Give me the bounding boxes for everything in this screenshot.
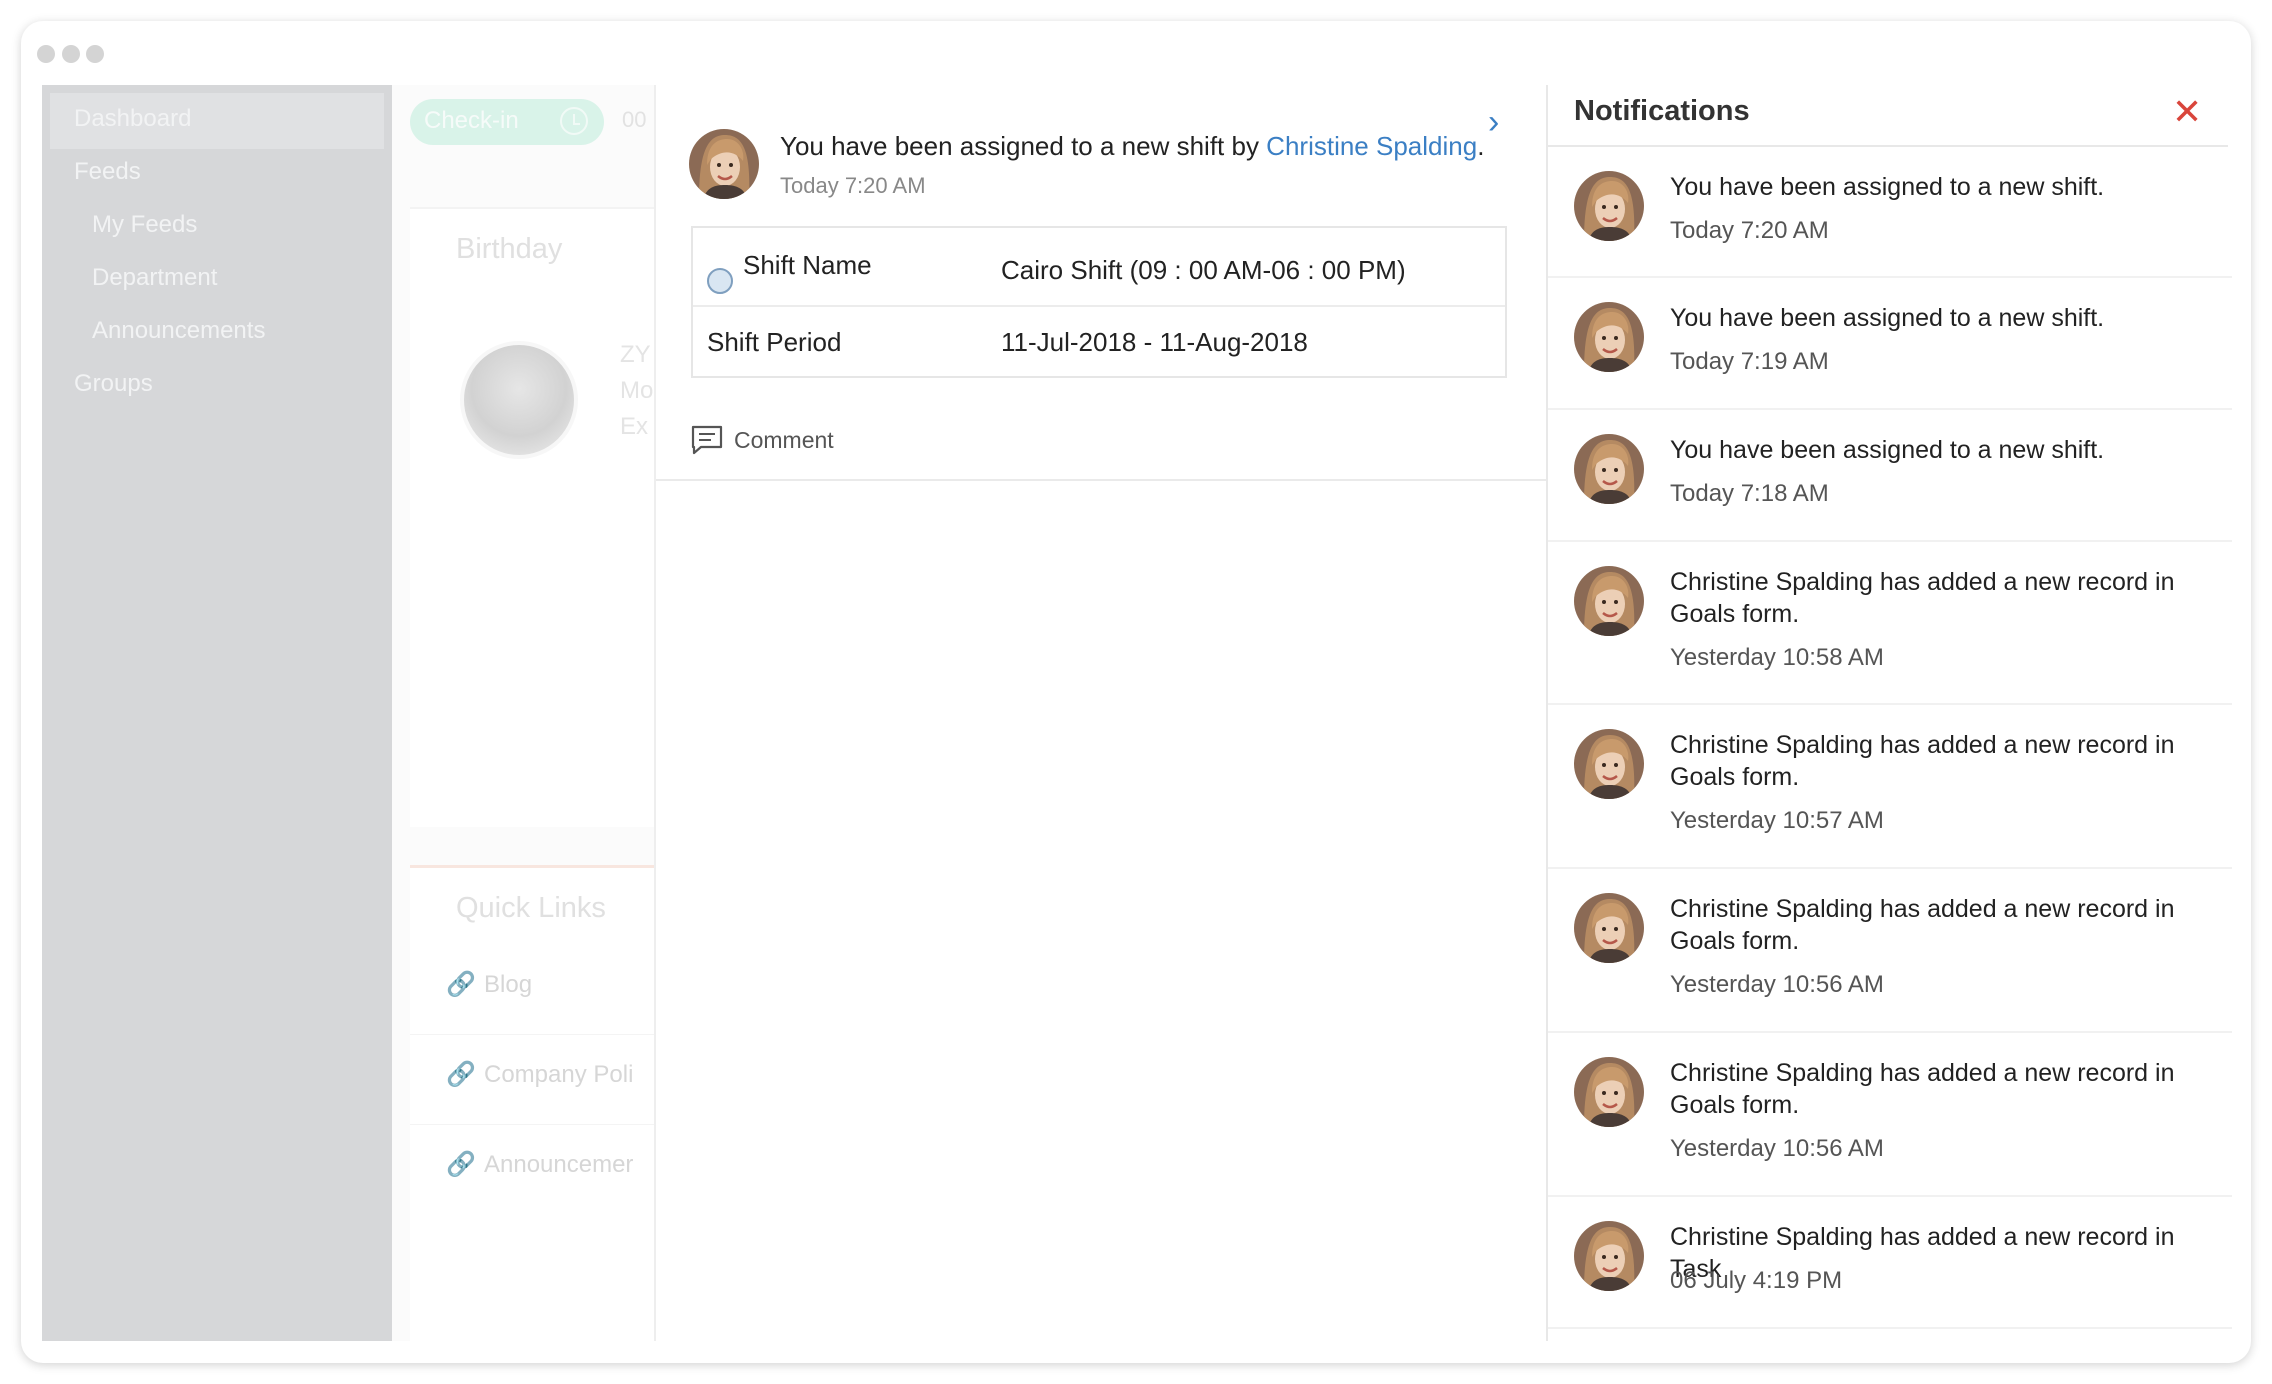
shift-details-table: Shift Name Cairo Shift (09 : 00 AM-06 : … — [691, 226, 1507, 378]
notification-item[interactable]: You have been assigned to a new shift. T… — [1548, 278, 2232, 410]
notification-item[interactable]: Christine Spalding has added a new recor… — [1548, 1197, 2232, 1329]
notification-time: Today 7:19 AM — [1670, 348, 1829, 375]
app-window: Dashboard Feeds My Feeds Department Anno… — [21, 21, 2251, 1363]
shift-name-label: Shift Name — [743, 250, 872, 280]
birthday-name: ZY — [620, 341, 651, 368]
notification-item[interactable]: Christine Spalding has added a new recor… — [1548, 542, 2232, 705]
notification-avatar — [1574, 302, 1644, 372]
notification-item[interactable]: You have been assigned to a new shift. T… — [1548, 410, 2232, 542]
sidebar-item-dashboard[interactable]: Dashboard — [74, 105, 191, 133]
link-icon: 🔗 — [446, 1061, 476, 1088]
sidebar-item-feeds[interactable]: Feeds — [74, 158, 141, 186]
notification-text: You have been assigned to a new shift. — [1670, 304, 2105, 332]
notification-item[interactable]: You have been assigned to a new shift. T… — [1548, 147, 2232, 278]
checkin-label: Check-in — [424, 107, 519, 134]
notification-text: Christine Spalding has added a new recor… — [1670, 568, 2175, 628]
window-minimize-dot[interactable] — [62, 45, 80, 63]
birthday-avatar — [460, 341, 578, 459]
notification-avatar — [1574, 1057, 1644, 1127]
detail-divider — [656, 479, 1546, 481]
chevron-right-icon[interactable]: › — [1488, 103, 1499, 142]
notification-time: 06 July 4:19 PM — [1670, 1267, 1843, 1294]
sidebar-item-department[interactable]: Department — [92, 264, 217, 292]
link-icon: 🔗 — [446, 1151, 476, 1178]
quick-links-title: Quick Links — [456, 892, 606, 924]
close-icon[interactable]: ✕ — [2172, 91, 2202, 133]
checkin-button[interactable]: Check-in — [410, 99, 604, 145]
notification-avatar — [1574, 729, 1644, 799]
checkin-timer: 00 — [622, 107, 647, 132]
notification-time: Yesterday 10:58 AM — [1670, 644, 1884, 671]
quick-link-divider — [410, 1124, 654, 1125]
quick-link-announcements[interactable]: 🔗 Announcemer — [446, 1150, 633, 1179]
app-content: Dashboard Feeds My Feeds Department Anno… — [42, 85, 2232, 1341]
birthday-card: Birthday ZY Mo Ex — [410, 207, 654, 827]
notification-item[interactable]: Christine Spalding has added a new recor… — [1548, 705, 2232, 869]
notification-time: Today 7:18 AM — [1670, 480, 1829, 507]
notification-item[interactable]: Christine Spalding has added a new recor… — [1548, 869, 2232, 1033]
notification-time: Yesterday 10:56 AM — [1670, 1135, 1884, 1162]
notification-avatar — [1574, 1221, 1644, 1291]
sidebar-item-announcements[interactable]: Announcements — [92, 317, 265, 345]
shift-radio[interactable] — [707, 268, 733, 294]
notification-item[interactable]: Christine Spalding has added a new recor… — [1548, 1033, 2232, 1197]
notification-time: Yesterday 10:56 AM — [1670, 971, 1884, 998]
link-icon: 🔗 — [446, 971, 476, 998]
detail-time: Today 7:20 AM — [780, 173, 926, 198]
notification-avatar — [1574, 171, 1644, 241]
notification-avatar — [1574, 566, 1644, 636]
shift-period-label: Shift Period — [707, 327, 842, 357]
notification-avatar — [1574, 893, 1644, 963]
notification-time: Yesterday 10:57 AM — [1670, 807, 1884, 834]
quick-link-company-policy[interactable]: 🔗 Company Poli — [446, 1060, 633, 1089]
birthday-role: Mo — [620, 377, 654, 404]
notification-text: Christine Spalding has added a new recor… — [1670, 731, 2175, 791]
comment-button[interactable]: Comment — [734, 427, 834, 454]
table-row-divider — [693, 305, 1505, 307]
notification-text: Christine Spalding has added a new recor… — [1670, 1059, 2175, 1119]
window-titlebar — [21, 21, 2251, 85]
birthday-title: Birthday — [456, 233, 563, 265]
detail-message: You have been assigned to a new shift by… — [780, 131, 1485, 161]
quick-link-blog[interactable]: 🔗 Blog — [446, 970, 532, 999]
notification-detail-panel: You have been assigned to a new shift by… — [654, 85, 1546, 1341]
notification-text: Christine Spalding has added a new recor… — [1670, 895, 2175, 955]
window-close-dot[interactable] — [37, 45, 55, 63]
notification-avatar — [1574, 434, 1644, 504]
notification-text: You have been assigned to a new shift. — [1670, 436, 2105, 464]
notifications-title: Notifications — [1574, 95, 1750, 127]
birthday-extra: Ex — [620, 413, 649, 440]
shift-period-value: 11-Jul-2018 - 11-Aug-2018 — [1001, 327, 1308, 357]
notifications-panel: Notifications ✕ You have been assigned t… — [1546, 85, 2232, 1341]
sender-avatar — [689, 129, 759, 199]
window-maximize-dot[interactable] — [86, 45, 104, 63]
assigned-by-link[interactable]: Christine Spalding — [1266, 131, 1477, 161]
notification-text: You have been assigned to a new shift. — [1670, 173, 2105, 201]
shift-name-value: Cairo Shift (09 : 00 AM-06 : 00 PM) — [1001, 255, 1406, 285]
sidebar: Dashboard Feeds My Feeds Department Anno… — [42, 85, 392, 1341]
comment-icon[interactable] — [691, 425, 723, 455]
sidebar-item-groups[interactable]: Groups — [74, 370, 153, 398]
clock-icon — [560, 107, 588, 135]
quick-link-divider — [410, 1034, 654, 1035]
sidebar-item-my-feeds[interactable]: My Feeds — [92, 211, 197, 239]
notification-time: Today 7:20 AM — [1670, 217, 1829, 244]
dashboard-background: Check-in 00 Birthday ZY Mo Ex Quick Link… — [392, 85, 654, 1341]
quick-links-card: Quick Links 🔗 Blog 🔗 Company Poli 🔗 Announc… — [410, 865, 654, 1341]
